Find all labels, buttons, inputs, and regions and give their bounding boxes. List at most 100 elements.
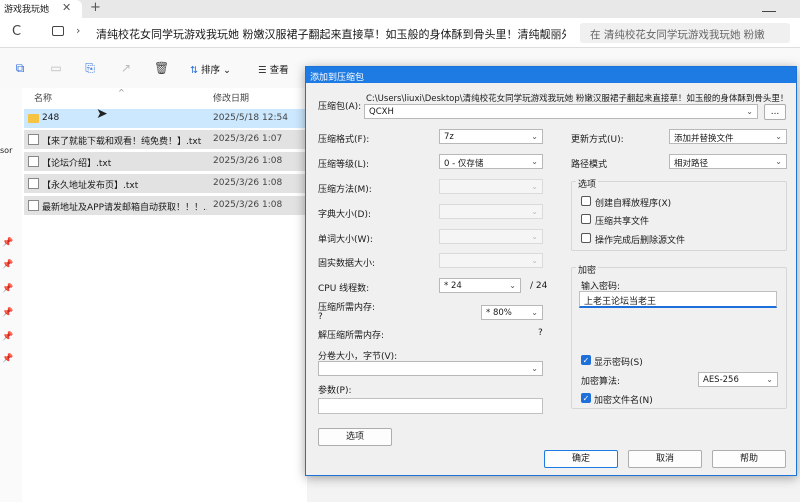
split-select[interactable]: ⌄ <box>318 361 543 376</box>
archive-name-value: QCXH <box>369 107 394 117</box>
update-label: 更新方式(U): <box>571 135 624 145</box>
help-button[interactable]: 帮助 <box>712 450 786 468</box>
mem-decomp-label: 解压缩所需内存: <box>318 331 385 341</box>
text-file-icon <box>28 156 39 167</box>
chevron-right-icon: › <box>76 24 81 37</box>
search-input[interactable]: 在 清纯校花女同学玩游戏我玩她 粉嫩 <box>580 23 790 43</box>
dialog-title: 添加到压缩包 <box>310 73 365 83</box>
reload-icon[interactable]: C <box>12 24 21 39</box>
pin-icon: 📌 <box>2 260 14 270</box>
password-value: 上老王论坛当老王 <box>584 297 657 307</box>
column-header-name[interactable]: 名称 <box>34 91 52 104</box>
pin-icon: 📌 <box>2 308 14 318</box>
view-label: 查看 <box>269 65 289 76</box>
enc-method-value: AES-256 <box>703 375 739 385</box>
pin-icon: 📌 <box>2 332 14 342</box>
password-input[interactable]: 上老王论坛当老王 <box>579 291 777 308</box>
delete-source-checkbox[interactable] <box>581 233 591 243</box>
chevron-down-icon: ⌄ <box>509 281 516 290</box>
method-select[interactable]: ⌄ <box>439 179 543 194</box>
file-list: 名称 修改日期 ^ 248 2025/5/18 12:54 【来了就能下载和观看… <box>22 88 307 502</box>
params-input[interactable] <box>318 398 543 414</box>
tab-close-icon[interactable]: ✕ <box>62 1 71 14</box>
mem-decomp-value: ? <box>538 328 543 338</box>
path-label: 路径模式 <box>571 160 608 170</box>
chevron-down-icon: ⌄ <box>775 132 782 141</box>
file-row[interactable]: 最新地址及APP请发邮箱自动获取！！！... 2025/3/26 1:08 <box>24 196 305 215</box>
dialog-title-bar: 添加到压缩包 <box>306 67 796 83</box>
sfx-checkbox[interactable] <box>581 196 591 206</box>
file-date: 2025/3/26 1:08 <box>213 200 283 210</box>
sort-label: 排序 <box>201 65 221 76</box>
column-header-date[interactable]: 修改日期 <box>213 91 249 104</box>
cpu-select[interactable]: * 24 ⌄ <box>439 278 521 293</box>
cpu-value: * 24 <box>444 281 462 291</box>
path-select[interactable]: 相对路径 ⌄ <box>669 154 787 169</box>
encrypt-names-checkbox[interactable]: ✓ <box>581 393 591 403</box>
params-label: 参数(P): <box>318 386 352 396</box>
level-select[interactable]: 0 - 仅存储 ⌄ <box>439 154 543 169</box>
cancel-button[interactable]: 取消 <box>628 450 702 468</box>
sort-button[interactable]: ⇅ 排序 ⌄ <box>190 62 231 76</box>
format-label: 压缩格式(F): <box>318 135 370 145</box>
paste-icon[interactable]: ▭ <box>50 62 62 74</box>
nav-pane: sor 📌 📌 📌 📌 📌 📌 <box>0 88 22 502</box>
rename-icon[interactable]: ⎘ <box>84 62 96 74</box>
file-row[interactable]: 【来了就能下载和观看！纯免费！】.txt 2025/3/26 1:07 <box>24 130 305 149</box>
format-value: 7z <box>444 132 454 142</box>
text-file-icon <box>28 200 39 211</box>
sort-indicator-icon: ^ <box>118 88 125 97</box>
view-button[interactable]: ☰ 查看 <box>258 62 289 76</box>
pin-icon: 📌 <box>2 238 14 248</box>
options-button[interactable]: 选项 <box>318 428 392 446</box>
archive-label: 压缩包(A): <box>318 102 362 112</box>
minimize-icon[interactable] <box>762 2 776 12</box>
dict-label: 字典大小(D): <box>318 210 371 220</box>
file-row[interactable]: 248 2025/5/18 12:54 <box>24 109 305 128</box>
chevron-down-icon: ⌄ <box>531 157 538 166</box>
shared-checkbox[interactable] <box>581 214 591 224</box>
search-placeholder: 在 清纯校花女同学玩游戏我玩她 粉嫩 <box>590 29 765 41</box>
sort-icon: ⇅ <box>190 65 198 76</box>
format-select[interactable]: 7z ⌄ <box>439 129 543 144</box>
pin-icon: 📌 <box>2 354 14 364</box>
encrypt-names-label: 加密文件名(N) <box>594 396 653 406</box>
solid-select[interactable]: ⌄ <box>439 253 543 268</box>
show-password-checkbox[interactable]: ✓ <box>581 355 591 365</box>
browser-tab[interactable]: 游戏我玩她 ❙ ✕ <box>0 0 82 18</box>
chevron-down-icon: ⌄ <box>531 256 538 265</box>
chevron-down-icon: ⌄ <box>775 157 782 166</box>
word-select[interactable]: ⌄ <box>439 229 543 244</box>
chevron-down-icon: ⌄ <box>223 65 232 76</box>
file-date: 2025/5/18 12:54 <box>213 113 288 123</box>
new-tab-icon[interactable]: + <box>90 0 101 15</box>
chevron-down-icon: ⌄ <box>531 364 538 373</box>
address-text[interactable]: 清纯校花女同学玩游戏我玩她 粉嫩汉服裙子翻起来直接草！如玉般的身体酥到骨头里！清… <box>96 26 566 42</box>
address-bar: C › 清纯校花女同学玩游戏我玩她 粉嫩汉服裙子翻起来直接草！如玉般的身体酥到骨… <box>0 18 800 48</box>
copy-icon[interactable]: ⧉ <box>14 62 26 74</box>
file-row[interactable]: 【永久地址发布页】.txt 2025/3/26 1:08 <box>24 174 305 193</box>
chevron-down-icon: ⌄ <box>531 132 538 141</box>
chevron-down-icon: ⌄ <box>531 232 538 241</box>
cpu-total: / 24 <box>530 281 548 291</box>
enc-method-select[interactable]: AES-256 ⌄ <box>698 372 778 387</box>
browse-button[interactable]: ... <box>764 104 786 120</box>
share-icon[interactable]: ↗ <box>120 62 132 74</box>
text-file-icon <box>28 178 39 189</box>
mem-percent-select[interactable]: * 80% ⌄ <box>481 305 543 320</box>
mem-comp-label: 压缩所需内存: <box>318 303 376 313</box>
delete-source-label: 操作完成后删除源文件 <box>595 236 686 246</box>
archive-path: C:\Users\liuxi\Desktop\清纯校花女同学玩游戏我玩她 粉嫩汉… <box>366 94 784 104</box>
file-name: 最新地址及APP请发邮箱自动获取！！！... <box>42 203 207 213</box>
archive-name-combo[interactable]: QCXH ⌄ <box>364 104 758 119</box>
mem-comp-value: ? <box>318 312 323 322</box>
file-row[interactable]: 【论坛介绍】.txt 2025/3/26 1:08 <box>24 152 305 171</box>
ok-button[interactable]: 确定 <box>544 450 618 468</box>
file-name: 【永久地址发布页】.txt <box>42 181 139 191</box>
file-name: 【来了就能下载和观看！纯免费！】.txt <box>42 137 202 147</box>
dict-select[interactable]: ⌄ <box>439 204 543 219</box>
browser-tab-strip: 游戏我玩她 ❙ ✕ + <box>0 0 800 18</box>
update-select[interactable]: 添加并替换文件 ⌄ <box>669 129 787 144</box>
path-value: 相对路径 <box>674 159 709 169</box>
delete-icon[interactable]: 🗑 <box>154 62 169 74</box>
